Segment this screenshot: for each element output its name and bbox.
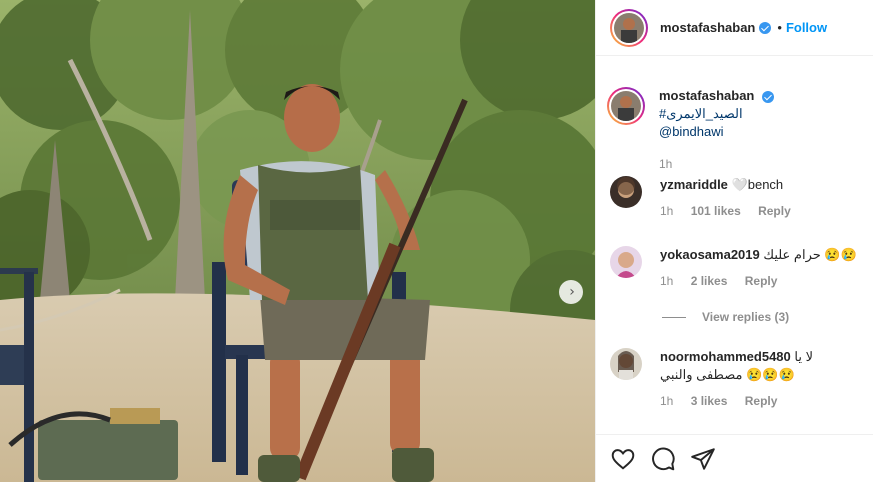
author-avatar-image bbox=[614, 12, 644, 43]
caption-username[interactable]: mostafashaban bbox=[659, 88, 754, 103]
paper-plane-icon[interactable] bbox=[690, 446, 716, 472]
comment-time[interactable]: 1h bbox=[660, 394, 673, 408]
comment-time[interactable]: 1h bbox=[660, 204, 673, 218]
verified-badge-icon bbox=[759, 21, 772, 34]
follow-button[interactable]: Follow bbox=[786, 20, 827, 35]
caption-hashtag[interactable]: #الصيد_الايمرى bbox=[659, 106, 743, 121]
comment-item: yzmariddle 🤍bench 1h 101 likes Reply bbox=[610, 176, 861, 218]
author-avatar[interactable] bbox=[610, 8, 648, 47]
comment-time[interactable]: 1h bbox=[660, 274, 673, 288]
separator-dot: • bbox=[777, 20, 782, 35]
caption-avatar[interactable] bbox=[607, 87, 645, 125]
reply-button[interactable]: Reply bbox=[745, 274, 778, 288]
author-username[interactable]: mostafashaban bbox=[660, 20, 755, 35]
post-actions-bar bbox=[596, 434, 873, 482]
chevron-right-icon: › bbox=[569, 284, 575, 300]
view-replies-button[interactable]: View replies (3) bbox=[662, 310, 789, 324]
heart-icon[interactable] bbox=[610, 446, 636, 472]
post-header: mostafashaban • Follow bbox=[596, 0, 873, 56]
commenter-avatar[interactable] bbox=[610, 246, 642, 278]
comment-username[interactable]: yzmariddle bbox=[660, 177, 728, 192]
comments-list[interactable]: mostafashaban #الصيد_الايمرى @bindhawi 1… bbox=[596, 57, 873, 434]
caption-mention[interactable]: @bindhawi bbox=[659, 124, 724, 139]
reply-button[interactable]: Reply bbox=[758, 204, 791, 218]
comment-username[interactable]: yokaosama2019 bbox=[660, 247, 760, 262]
comment-item: yokaosama2019 حرام عليك 😢😢 1h 2 likes Re… bbox=[610, 246, 861, 288]
verified-badge-icon bbox=[762, 90, 774, 103]
reply-button[interactable]: Reply bbox=[745, 394, 778, 408]
comment-text: حرام عليك 😢😢 bbox=[763, 247, 857, 262]
replies-divider bbox=[662, 316, 686, 318]
post-sidebar: mostafashaban • Follow mostafashaban #ال… bbox=[595, 0, 873, 482]
commenter-avatar[interactable] bbox=[610, 176, 642, 208]
commenter-avatar[interactable] bbox=[610, 348, 642, 380]
comment-likes[interactable]: 2 likes bbox=[691, 274, 728, 288]
post-photo[interactable]: › bbox=[0, 0, 595, 482]
comment-likes[interactable]: 101 likes bbox=[691, 204, 741, 218]
view-replies-label: View replies (3) bbox=[702, 310, 790, 324]
comment-item: noormohammed5480 لا يا مصطفى والنبي 😢😢😢 … bbox=[610, 348, 861, 408]
caption-time[interactable]: 1h bbox=[659, 157, 672, 171]
photo-scene bbox=[0, 0, 595, 482]
comment-icon[interactable] bbox=[650, 446, 676, 472]
comment-username[interactable]: noormohammed5480 bbox=[660, 349, 791, 364]
caption-row: mostafashaban #الصيد_الايمرى @bindhawi 1… bbox=[607, 87, 861, 171]
comment-likes[interactable]: 3 likes bbox=[691, 394, 728, 408]
next-photo-button[interactable]: › bbox=[559, 280, 583, 304]
comment-text: 🤍bench bbox=[731, 177, 784, 192]
